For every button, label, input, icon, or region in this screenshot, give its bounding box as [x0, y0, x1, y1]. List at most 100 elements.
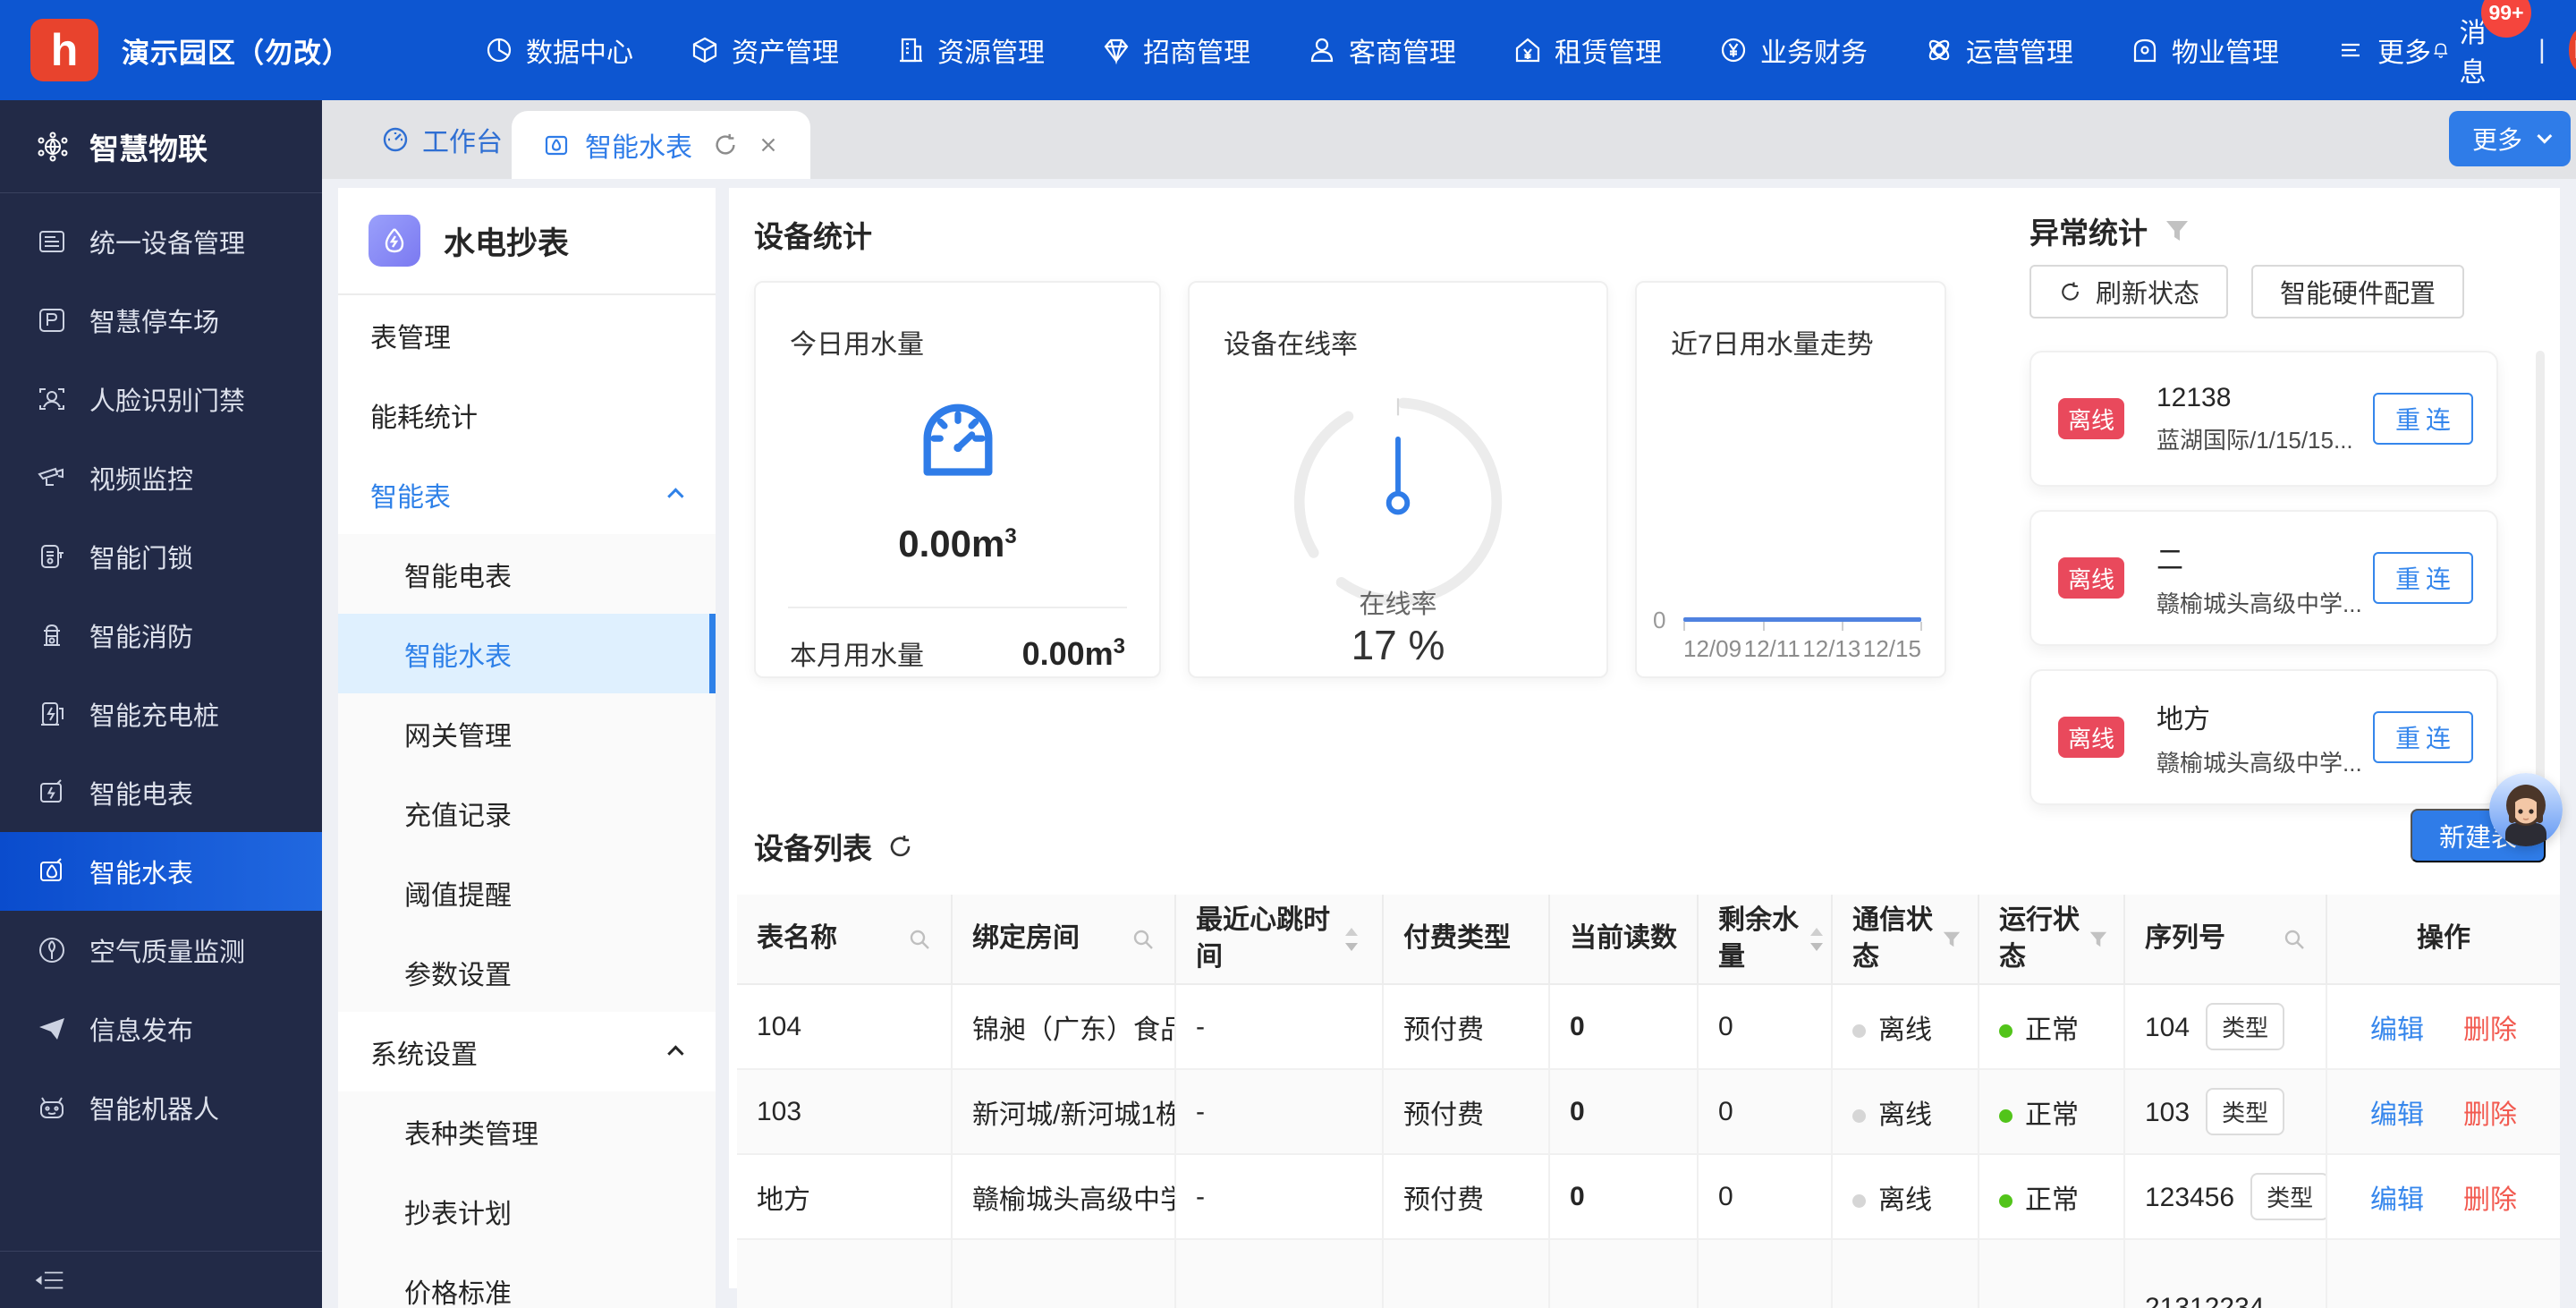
delete-link[interactable]: 删除	[2463, 1185, 2517, 1215]
reconnect-button[interactable]: 重连	[2373, 552, 2473, 604]
type-tag[interactable]: 类型	[2206, 1088, 2284, 1135]
tab-refresh-icon[interactable]	[712, 132, 739, 158]
search-icon[interactable]	[908, 928, 931, 951]
nav-item-merchant-mgmt[interactable]: 客商管理	[1308, 30, 1456, 70]
subnav-item-energy-stats[interactable]: 能耗统计	[338, 375, 716, 454]
nav-item-resource-mgmt[interactable]: 资源管理	[896, 30, 1045, 70]
subnav-item-smart-water-meter[interactable]: 智能水表	[338, 614, 716, 693]
run-status-cell: 正常	[1979, 1069, 2124, 1154]
tabbar-more-button[interactable]: 更多	[2449, 111, 2571, 166]
col-comm-status[interactable]: 通信状态	[1832, 895, 1979, 984]
sidebar-item-unified-device[interactable]: 统一设备管理	[0, 202, 322, 281]
sidebar-item-electric-meter[interactable]: 智能电表	[0, 753, 322, 832]
device-list-refresh-icon[interactable]	[886, 832, 915, 861]
meter-name-link[interactable]: 104	[737, 984, 952, 1069]
smart-hardware-config-button[interactable]: 智能硬件配置	[2251, 265, 2464, 319]
col-run-status[interactable]: 运行状态	[1979, 895, 2124, 984]
filter-icon[interactable]	[2089, 930, 2108, 949]
normal-dot	[1999, 1194, 2012, 1208]
main-panel: 设备统计 今日用水量 0.00m3 本月用水量 0.00m3	[729, 188, 2560, 1288]
bell-icon	[2431, 36, 2451, 64]
search-icon[interactable]	[2283, 928, 2306, 951]
camera-icon	[36, 462, 68, 494]
tab-workbench[interactable]: 工作台	[349, 100, 535, 179]
tabbar: 工作台 智能水表 更多	[322, 100, 2576, 179]
sidebar-item-water-meter[interactable]: 智能水表	[0, 832, 322, 911]
left-sidebar-title: 智慧物联	[89, 125, 208, 168]
nav-item-data-center[interactable]: 数据中心	[485, 30, 633, 70]
abnormal-list-scrollbar[interactable]	[2536, 351, 2545, 848]
assistant-avatar[interactable]	[2489, 773, 2563, 846]
subnav-item-meter-mgmt[interactable]: 表管理	[338, 295, 716, 375]
collapse-sidebar-icon[interactable]	[34, 1265, 64, 1295]
col-bound-room[interactable]: 绑定房间	[952, 895, 1175, 984]
subnav-item-reading-plan[interactable]: 抄表计划	[338, 1171, 716, 1251]
subnav-group-smart-meter[interactable]: 智能表	[338, 454, 716, 534]
nav-item-finance[interactable]: 业务财务	[1719, 30, 1868, 70]
sidebar-item-video-monitor[interactable]: 视频监控	[0, 438, 322, 517]
edit-link[interactable]: 编辑	[2370, 1185, 2424, 1215]
user-avatar[interactable]: h	[2569, 29, 2576, 72]
heartbeat-cell: -	[1175, 984, 1383, 1069]
sidebar-item-air-quality[interactable]: 空气质量监测	[0, 911, 322, 989]
col-last-heartbeat[interactable]: 最近心跳时间	[1175, 895, 1383, 984]
tabbar-more-chevron-icon	[2537, 129, 2552, 144]
tab-smart-water-meter[interactable]: 智能水表	[512, 111, 810, 179]
type-tag[interactable]: 类型	[2206, 1003, 2284, 1050]
subnav-item-meter-type-mgmt[interactable]: 表种类管理	[338, 1091, 716, 1171]
abnormal-device-location: 赣榆城头高级中学...	[2157, 745, 2373, 778]
reconnect-button[interactable]: 重连	[2373, 711, 2473, 763]
filter-icon[interactable]	[2164, 217, 2190, 244]
today-usage-title: 今日用水量	[790, 322, 924, 361]
nav-label: 运营管理	[1966, 30, 2073, 70]
abnormal-device-name: 二	[2157, 538, 2373, 577]
actions-cell: 编辑 删除	[2326, 984, 2560, 1069]
subnav-item-price-standard[interactable]: 价格标准	[338, 1251, 716, 1308]
sort-icon[interactable]	[1808, 926, 1826, 953]
brand-logo[interactable]: h	[30, 19, 98, 81]
meter-name-link[interactable]: 地方	[737, 1154, 952, 1239]
col-remaining-water[interactable]: 剩余水量	[1698, 895, 1832, 984]
yen-circle-icon	[1719, 36, 1748, 64]
messages-button[interactable]: 消息 99+	[2431, 11, 2496, 89]
dashboard-icon	[381, 125, 410, 154]
sidebar-item-robot[interactable]: 智能机器人	[0, 1068, 322, 1147]
nav-item-investment-mgmt[interactable]: 招商管理	[1102, 30, 1250, 70]
edit-link[interactable]: 编辑	[2370, 1015, 2424, 1045]
nav-item-asset-mgmt[interactable]: 资产管理	[691, 30, 839, 70]
sidebar-item-charging-pile[interactable]: 智能充电桩	[0, 675, 322, 753]
sort-icon[interactable]	[1343, 926, 1360, 953]
search-icon[interactable]	[1131, 928, 1155, 951]
subnav-item-gateway-mgmt[interactable]: 网关管理	[338, 693, 716, 773]
subnav-item-threshold-alert[interactable]: 阈值提醒	[338, 853, 716, 932]
col-meter-name[interactable]: 表名称	[737, 895, 952, 984]
type-tag[interactable]: 类型	[2250, 1173, 2326, 1220]
meter-name-link[interactable]: 103	[737, 1069, 952, 1154]
delete-link[interactable]: 删除	[2463, 1100, 2517, 1130]
sidebar-item-face-access[interactable]: 人脸识别门禁	[0, 360, 322, 438]
refresh-status-button[interactable]: 刷新状态	[2029, 265, 2228, 319]
edit-link[interactable]: 编辑	[2370, 1100, 2424, 1130]
nav-item-lease-mgmt[interactable]: 租赁管理	[1513, 30, 1662, 70]
subnav-item-smart-electric-meter[interactable]: 智能电表	[338, 534, 716, 614]
subnav-item-recharge-records[interactable]: 充值记录	[338, 773, 716, 853]
reconnect-button[interactable]: 重连	[2373, 393, 2473, 445]
fire-hydrant-icon	[36, 619, 68, 651]
nav-item-more[interactable]: 更多	[2336, 30, 2431, 70]
water-meter-tab-icon	[542, 131, 571, 159]
sidebar-item-parking[interactable]: 智慧停车场	[0, 281, 322, 360]
sidebar-item-smart-lock[interactable]: 智能门锁	[0, 517, 322, 596]
nav-item-property-mgmt[interactable]: 物业管理	[2131, 30, 2279, 70]
nav-item-operation-mgmt[interactable]: 运营管理	[1925, 30, 2073, 70]
tab-close-icon[interactable]	[757, 133, 780, 157]
filter-icon[interactable]	[1942, 930, 1962, 949]
col-pay-type: 付费类型	[1383, 895, 1549, 984]
sidebar-item-info-publish[interactable]: 信息发布	[0, 989, 322, 1068]
subnav-group-system-settings[interactable]: 系统设置	[338, 1012, 716, 1091]
face-recognition-icon	[36, 383, 68, 415]
subnav-item-parameter-settings[interactable]: 参数设置	[338, 932, 716, 1012]
sidebar-item-fire-safety[interactable]: 智能消防	[0, 596, 322, 675]
col-serial[interactable]: 序列号	[2124, 895, 2326, 984]
delete-link[interactable]: 删除	[2463, 1015, 2517, 1045]
abnormal-card: 离线 12138 蓝湖国际/1/15/15... 重连	[2029, 351, 2498, 487]
